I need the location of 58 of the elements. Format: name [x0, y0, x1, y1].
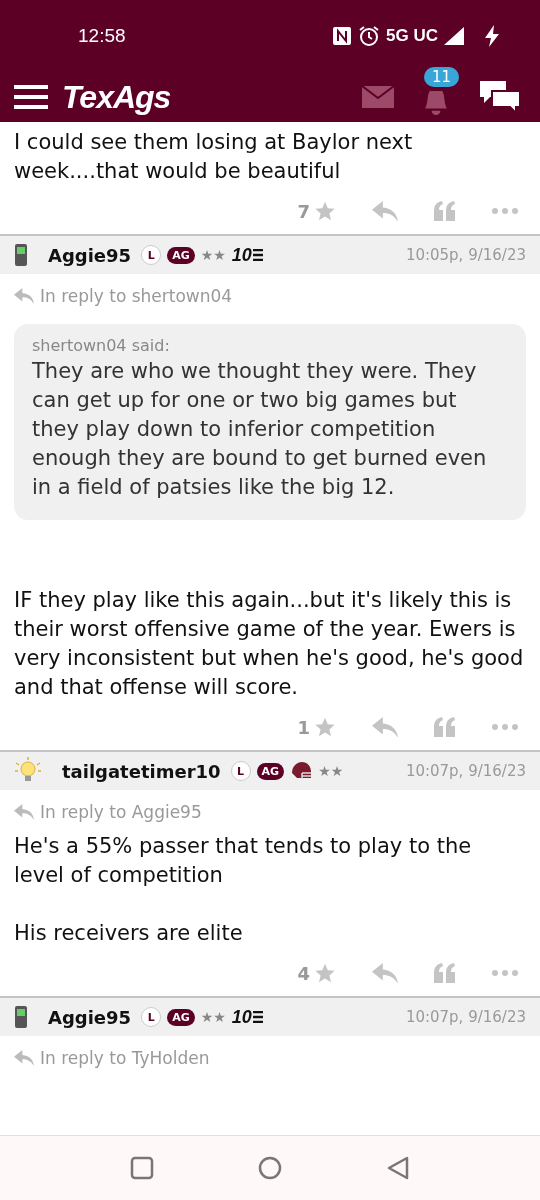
- more-icon[interactable]: [492, 208, 518, 214]
- notification-badge: 11: [424, 67, 460, 87]
- quote-author: shertown04 said:: [32, 336, 171, 355]
- site-logo[interactable]: TexAgs: [62, 78, 348, 116]
- post-text: I could see them losing at Baylor next week....that would be beautiful: [14, 129, 414, 185]
- quote-text: They are who we thought they were. They can get up for one or two big games but they play down to inferior competition enough they are bound to get burned even in a field of patsies like the big 12.: [32, 358, 488, 501]
- phone-icon: [14, 1005, 28, 1029]
- quote-icon[interactable]: [434, 963, 456, 983]
- phone-icon: [14, 243, 28, 267]
- star-icon: [314, 200, 336, 222]
- alarm-icon: [358, 25, 381, 47]
- reply-icon[interactable]: [372, 716, 398, 738]
- home-button[interactable]: [258, 1156, 282, 1180]
- post-time: 10:07p, 9/16/23: [405, 1008, 526, 1026]
- username[interactable]: tailgatetimer10: [62, 760, 221, 782]
- rating-stars: ★★: [200, 247, 226, 263]
- nfc-icon: [332, 26, 353, 46]
- like-count: 1: [297, 716, 310, 738]
- more-icon[interactable]: [492, 724, 518, 730]
- reply-icon: [14, 1050, 34, 1066]
- star-icon: [314, 962, 336, 984]
- status-time: 12:58: [78, 25, 127, 47]
- back-button[interactable]: [386, 1156, 410, 1180]
- rank-badge: 10: [231, 244, 263, 266]
- quote-icon[interactable]: [434, 717, 456, 737]
- like-count: 4: [297, 962, 310, 984]
- post-text: His receivers are elite: [14, 920, 244, 947]
- charging-icon: [484, 25, 500, 47]
- reply-icon: [14, 288, 34, 304]
- rating-stars: ★★: [200, 1009, 226, 1025]
- rank-badge: 10: [231, 1006, 263, 1028]
- post-text: He's a 55% passer that tends to play to the level of competition: [14, 833, 473, 889]
- ag-badge: AG: [167, 1008, 195, 1026]
- signal-icon: [444, 27, 464, 45]
- post-text: IF they play like this again...but it's likely this is their worst offensive game of the year. Ewers is very inconsistent but when he's good, he's good and that offense will score.: [14, 587, 525, 701]
- reply-icon[interactable]: [372, 200, 398, 222]
- quote-icon[interactable]: [434, 201, 456, 221]
- helmet-icon: [290, 761, 313, 781]
- post-time: 10:05p, 9/16/23: [405, 246, 526, 264]
- mail-icon[interactable]: [362, 86, 394, 108]
- reply-icon[interactable]: [372, 962, 398, 984]
- username[interactable]: Aggie95: [48, 1006, 132, 1028]
- like-count: 7: [297, 200, 310, 222]
- username[interactable]: Aggie95: [48, 244, 132, 266]
- star-icon: [314, 716, 336, 738]
- menu-icon[interactable]: [14, 84, 48, 110]
- ag-badge: AG: [167, 246, 195, 264]
- post-time: 10:07p, 9/16/23: [405, 762, 526, 780]
- level-badge: L: [141, 245, 162, 265]
- ag-badge: AG: [256, 762, 285, 780]
- reply-icon: [14, 804, 34, 820]
- level-badge: L: [230, 761, 251, 781]
- bell-icon[interactable]: [423, 91, 449, 115]
- level-badge: L: [141, 1007, 162, 1027]
- recents-button[interactable]: [130, 1156, 154, 1180]
- more-icon[interactable]: [492, 970, 518, 976]
- network-label: 5G UC: [386, 26, 438, 46]
- rating-stars: ★★: [318, 763, 344, 779]
